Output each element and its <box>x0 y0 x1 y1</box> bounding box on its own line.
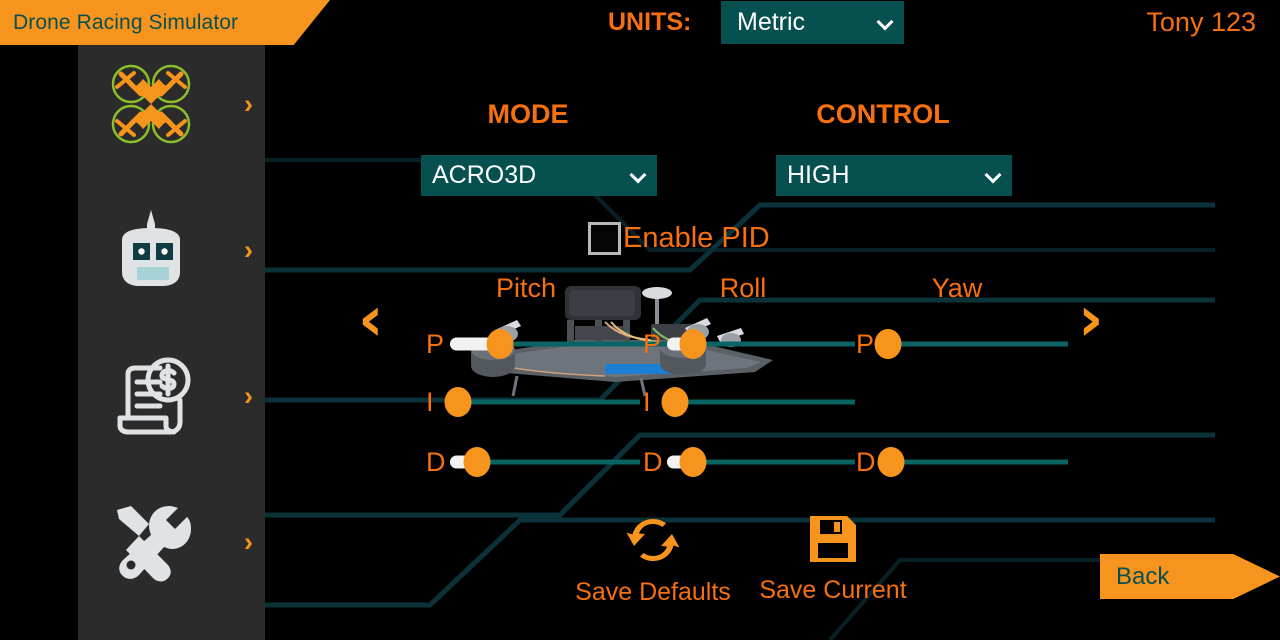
drone-icon <box>96 44 206 164</box>
sidebar-item-billing[interactable]: › <box>78 336 265 456</box>
mode-selected-value: ACRO3D <box>432 161 537 189</box>
slider-track-wrap[interactable] <box>661 385 855 419</box>
slider-thumb[interactable] <box>463 447 491 477</box>
units-dropdown[interactable]: Metric <box>721 1 904 44</box>
pid-column-title-roll: Roll <box>719 273 767 303</box>
slider-track-wrap[interactable] <box>667 327 855 361</box>
back-button[interactable]: Back <box>1100 554 1280 599</box>
invoice-dollar-icon <box>96 336 206 456</box>
chevron-down-icon <box>878 16 892 30</box>
chevron-right-icon: › <box>244 380 253 411</box>
slider-track-wrap[interactable] <box>450 445 640 479</box>
tools-icon <box>96 482 206 602</box>
app-title: Drone Racing Simulator <box>13 10 239 34</box>
slider-thumb[interactable] <box>874 329 902 359</box>
chevron-right-icon: › <box>244 234 253 265</box>
units-selected-value: Metric <box>737 8 806 36</box>
floppy-disk-icon <box>807 513 859 570</box>
sidebar-item-transmitter[interactable]: › <box>78 190 265 310</box>
control-title: CONTROL <box>816 99 950 129</box>
slider-thumb[interactable] <box>679 329 707 359</box>
chevron-down-icon <box>986 169 1000 183</box>
back-button-label: Back <box>1116 562 1170 590</box>
enable-pid-row[interactable]: Enable PID <box>588 222 770 255</box>
slider-label: D <box>643 446 663 477</box>
slider-pitch-d[interactable]: D <box>426 445 640 479</box>
sidebar: › › › › <box>78 38 265 640</box>
slider-thumb[interactable] <box>444 387 472 417</box>
slider-roll-p[interactable]: P <box>643 327 855 361</box>
save-current-label: Save Current <box>759 576 907 604</box>
mode-dropdown[interactable]: ACRO3D <box>421 155 657 196</box>
sidebar-item-drone[interactable]: › <box>78 44 265 164</box>
units-label: UNITS: <box>608 8 692 36</box>
next-page-arrow[interactable]: › <box>1078 288 1104 350</box>
sidebar-item-tools[interactable]: › <box>78 482 265 602</box>
slider-track-wrap[interactable] <box>667 445 855 479</box>
slider-track <box>450 399 640 405</box>
slider-label: P <box>426 328 445 359</box>
mode-title: MODE <box>487 99 569 129</box>
transmitter-icon <box>96 190 206 310</box>
slider-label: D <box>426 446 446 477</box>
slider-track-wrap[interactable] <box>444 385 640 419</box>
slider-thumb[interactable] <box>877 447 905 477</box>
slider-track-wrap[interactable] <box>877 445 1068 479</box>
app-root: Drone Racing Simulator › › › › UNITS: Me… <box>0 0 1280 640</box>
slider-label: P <box>643 328 662 359</box>
pid-column-title-pitch: Pitch <box>495 273 557 303</box>
chevron-right-icon: › <box>244 88 253 119</box>
chevron-down-icon <box>631 169 645 183</box>
slider-roll-d[interactable]: D <box>643 445 855 479</box>
slider-roll-i[interactable]: I <box>643 385 855 419</box>
slider-thumb[interactable] <box>486 329 514 359</box>
pid-column-title-yaw: Yaw <box>931 273 983 303</box>
control-selected-value: HIGH <box>787 161 850 189</box>
slider-track <box>880 459 1068 465</box>
username-label: Tony 123 <box>1146 7 1256 37</box>
slider-label: D <box>856 446 876 477</box>
enable-pid-label: Enable PID <box>623 222 770 254</box>
app-title-banner: Drone Racing Simulator <box>0 0 330 45</box>
slider-thumb[interactable] <box>679 447 707 477</box>
slider-pitch-i[interactable]: I <box>426 385 640 419</box>
slider-track <box>880 341 1068 347</box>
refresh-icon <box>626 513 680 572</box>
chevron-right-icon: › <box>244 526 253 557</box>
slider-thumb[interactable] <box>661 387 689 417</box>
enable-pid-checkbox[interactable] <box>588 222 621 255</box>
save-defaults-label: Save Defaults <box>575 578 731 606</box>
control-dropdown[interactable]: HIGH <box>776 155 1012 196</box>
slider-yaw-d[interactable]: D <box>856 445 1068 479</box>
previous-page-arrow[interactable]: ‹ <box>358 288 384 350</box>
slider-track <box>667 399 855 405</box>
save-current-button[interactable]: Save Current <box>757 513 909 605</box>
slider-track-wrap[interactable] <box>874 327 1068 361</box>
slider-yaw-p[interactable]: P <box>856 327 1068 361</box>
save-defaults-button[interactable]: Save Defaults <box>553 513 753 607</box>
